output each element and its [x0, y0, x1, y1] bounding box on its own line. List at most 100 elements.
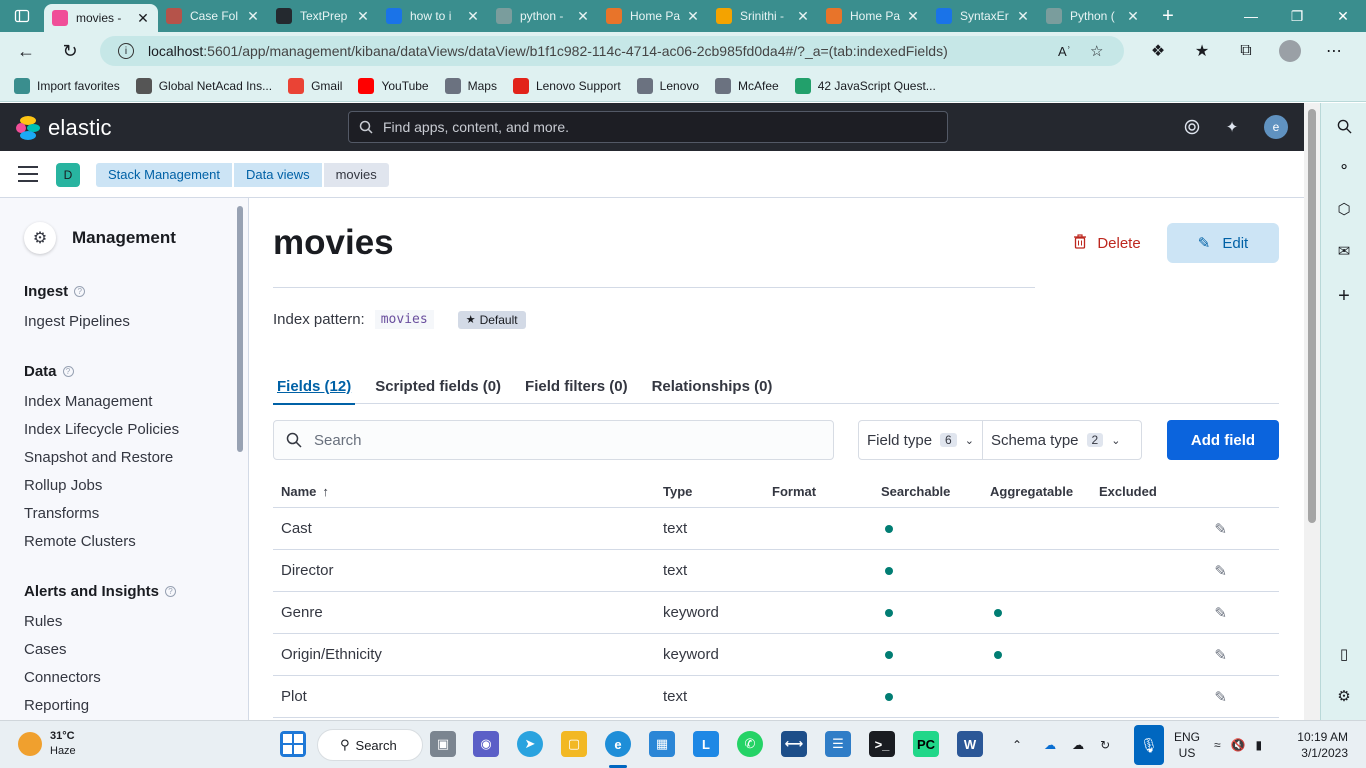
- browser-tab[interactable]: TextPrep ✕: [268, 0, 378, 32]
- info-icon[interactable]: i: [118, 43, 134, 59]
- sidebar-item-transforms[interactable]: Transforms: [24, 505, 99, 522]
- close-tab-icon[interactable]: ✕: [796, 8, 810, 25]
- close-tab-icon[interactable]: ✕: [1126, 8, 1140, 25]
- telegram-icon[interactable]: ➤: [517, 731, 543, 757]
- favorite-item[interactable]: 42 JavaScript Quest...: [794, 77, 936, 94]
- profile-avatar[interactable]: [1279, 40, 1301, 62]
- edge-icon[interactable]: e: [605, 731, 631, 757]
- tools-icon[interactable]: ⬡: [1333, 198, 1355, 220]
- edit-field-pencil-icon[interactable]: ✎: [1214, 604, 1227, 622]
- clock[interactable]: 10:19 AM 3/1/2023: [1296, 729, 1348, 761]
- browser-tab[interactable]: Home Pa ✕: [598, 0, 708, 32]
- close-tab-icon[interactable]: ✕: [1016, 8, 1030, 25]
- add-field-button[interactable]: Add field: [1167, 420, 1279, 460]
- browser-tab[interactable]: Python (✕: [1038, 0, 1148, 32]
- back-button[interactable]: ←: [8, 33, 44, 69]
- edit-button[interactable]: ✎ Edit: [1167, 223, 1279, 263]
- favorite-item[interactable]: Lenovo Support: [512, 77, 621, 94]
- breadcrumb-stack-management[interactable]: Stack Management: [96, 163, 233, 187]
- minimize-button[interactable]: —: [1228, 0, 1274, 32]
- scrollbar-thumb[interactable]: [1308, 109, 1316, 523]
- tab-scripted-fields[interactable]: Scripted fields (0): [371, 368, 505, 404]
- sidebar-item-rules[interactable]: Rules: [24, 613, 62, 630]
- breadcrumb-data-views[interactable]: Data views: [234, 163, 322, 187]
- read-aloud-icon[interactable]: A⁡ʾ: [1058, 44, 1071, 59]
- more-menu-icon[interactable]: ⋯: [1312, 41, 1356, 61]
- terminal-icon[interactable]: >_: [869, 731, 895, 757]
- browser-tab[interactable]: movies - ✕: [44, 4, 158, 32]
- outlook-icon[interactable]: ✉: [1333, 240, 1355, 262]
- page-scrollbar[interactable]: [1304, 103, 1320, 720]
- extensions-icon[interactable]: ❖: [1136, 41, 1180, 61]
- favorite-item[interactable]: McAfee: [715, 77, 779, 94]
- tab-relationships[interactable]: Relationships (0): [648, 368, 777, 404]
- user-avatar[interactable]: e: [1264, 115, 1288, 139]
- volume-muted-icon[interactable]: 🔇: [1231, 738, 1246, 752]
- edit-field-pencil-icon[interactable]: ✎: [1214, 562, 1227, 580]
- help-icon[interactable]: ?: [165, 586, 177, 597]
- favorite-item[interactable]: Gmail: [288, 77, 342, 94]
- favorites-icon[interactable]: ★: [1180, 41, 1224, 61]
- sidebar-item-connectors[interactable]: Connectors: [24, 669, 101, 686]
- search-input[interactable]: [314, 431, 794, 449]
- close-tab-icon[interactable]: ✕: [356, 8, 370, 25]
- vscode-icon[interactable]: ⟷: [781, 731, 807, 757]
- favorite-item[interactable]: Lenovo: [636, 77, 699, 94]
- sidebar-item-ingest-pipelines[interactable]: Ingest Pipelines: [24, 313, 130, 330]
- restore-button[interactable]: ❐: [1274, 0, 1320, 32]
- collections-icon[interactable]: ⧉: [1224, 42, 1268, 60]
- tab-field-filters[interactable]: Field filters (0): [521, 368, 632, 404]
- notepad-icon[interactable]: ☰: [825, 731, 851, 757]
- wifi-icon[interactable]: ≈: [1214, 738, 1221, 752]
- tab-actions-icon[interactable]: [0, 0, 44, 32]
- browser-tab[interactable]: Home Pa ✕: [818, 0, 928, 32]
- sidebar-item-snapshot-and-restore[interactable]: Snapshot and Restore: [24, 449, 173, 466]
- whatsapp-icon[interactable]: ✆: [737, 731, 763, 757]
- close-tab-icon[interactable]: ✕: [466, 8, 480, 25]
- language-indicator[interactable]: ENG US: [1174, 729, 1200, 761]
- edit-field-pencil-icon[interactable]: ✎: [1214, 520, 1227, 538]
- taskbar-search[interactable]: ⚲ Search: [317, 729, 423, 761]
- favorite-item[interactable]: Maps: [444, 77, 497, 94]
- edit-field-pencil-icon[interactable]: ✎: [1214, 646, 1227, 664]
- store-icon[interactable]: ▦: [649, 731, 675, 757]
- field-type-filter-button[interactable]: Field type 6 ⌄: [859, 421, 982, 459]
- close-tab-icon[interactable]: ✕: [686, 8, 700, 25]
- edit-field-pencil-icon[interactable]: ✎: [1214, 688, 1227, 706]
- sidebar-item-index-management[interactable]: Index Management: [24, 393, 152, 410]
- sidebar-item-reporting[interactable]: Reporting: [24, 697, 89, 714]
- column-header-name[interactable]: Name ↑: [273, 484, 655, 499]
- global-search-input[interactable]: Find apps, content, and more.: [348, 111, 948, 143]
- close-tab-icon[interactable]: ✕: [576, 8, 590, 25]
- news-feed-icon[interactable]: ✦: [1220, 115, 1244, 139]
- close-tab-icon[interactable]: ✕: [906, 8, 920, 25]
- sidebar-item-index-lifecycle-policies[interactable]: Index Lifecycle Policies: [24, 421, 179, 438]
- pycharm-icon[interactable]: PC: [913, 731, 939, 757]
- gear-icon[interactable]: ⚙: [1333, 685, 1355, 707]
- browser-tab[interactable]: python - ✕: [488, 0, 598, 32]
- close-tab-icon[interactable]: ✕: [246, 8, 260, 25]
- refresh-button[interactable]: ↻: [52, 33, 88, 69]
- microphone-icon[interactable]: 🎙: [1134, 725, 1164, 765]
- new-tab-button[interactable]: +: [1152, 0, 1184, 32]
- onedrive-sync-icon[interactable]: ☁: [1072, 738, 1084, 752]
- browser-tab[interactable]: how to i ✕: [378, 0, 488, 32]
- url-field[interactable]: i localhost:5601/app/management/kibana/d…: [100, 36, 1124, 66]
- tab-fields[interactable]: Fields (12): [273, 368, 356, 405]
- close-tab-icon[interactable]: ✕: [136, 10, 150, 27]
- teams-icon[interactable]: ◉: [473, 731, 499, 757]
- add-icon[interactable]: +: [1333, 285, 1355, 307]
- sync-icon[interactable]: ↻: [1100, 738, 1110, 752]
- word-icon[interactable]: W: [957, 731, 983, 757]
- file-explorer-icon[interactable]: ▢: [561, 731, 587, 757]
- windows-start-icon[interactable]: [280, 731, 306, 757]
- battery-icon[interactable]: ▮: [1256, 738, 1263, 752]
- help-icon[interactable]: ?: [62, 366, 74, 377]
- weather-widget[interactable]: 31°C Haze: [18, 729, 76, 759]
- sidebar-item-rollup-jobs[interactable]: Rollup Jobs: [24, 477, 102, 494]
- browser-tab[interactable]: Srinithi - ✕: [708, 0, 818, 32]
- sidebar-scrollbar[interactable]: [237, 206, 243, 452]
- browser-tab[interactable]: Case Fol ✕: [158, 0, 268, 32]
- favorite-item[interactable]: Global NetAcad Ins...: [135, 77, 272, 94]
- menu-toggle-icon[interactable]: [18, 166, 38, 182]
